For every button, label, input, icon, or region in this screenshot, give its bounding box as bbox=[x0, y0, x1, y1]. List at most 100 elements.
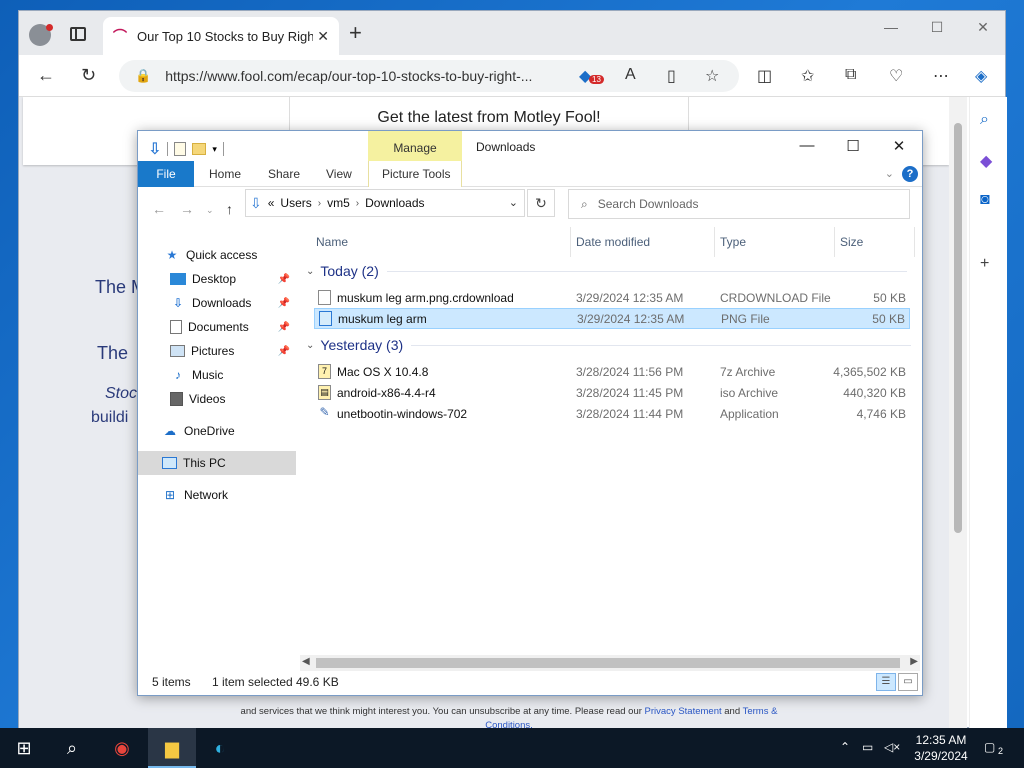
file-row-selected[interactable]: muskum leg arm 3/29/2024 12:35 AM PNG Fi… bbox=[314, 308, 910, 329]
close-tab-icon[interactable]: ✕ bbox=[317, 28, 329, 45]
column-divider[interactable] bbox=[570, 227, 571, 257]
split-screen-icon[interactable]: ◫ bbox=[757, 66, 772, 86]
privacy-link[interactable]: Privacy Statement bbox=[645, 706, 722, 717]
collapse-chevron-icon[interactable]: ⌄ bbox=[306, 266, 314, 277]
nav-documents[interactable]: Documents 📌 bbox=[138, 315, 296, 339]
new-folder-icon[interactable] bbox=[192, 143, 207, 155]
more-menu-icon[interactable]: ⋯ bbox=[933, 66, 949, 86]
qat-dropdown-icon[interactable]: ▾ bbox=[212, 144, 217, 155]
favorites-icon[interactable]: ✩ bbox=[801, 66, 814, 86]
large-icons-view-icon[interactable]: ▭ bbox=[898, 673, 918, 691]
tab-file[interactable]: File bbox=[138, 161, 194, 187]
column-size[interactable]: Size bbox=[840, 235, 863, 249]
properties-icon[interactable] bbox=[174, 142, 187, 156]
nav-quick-access[interactable]: ★ Quick access bbox=[138, 243, 296, 267]
nav-network[interactable]: ⊞ Network bbox=[138, 483, 296, 507]
nav-pictures[interactable]: Pictures 📌 bbox=[138, 339, 296, 363]
back-arrow-icon[interactable]: ← bbox=[152, 201, 166, 217]
footer-and: and bbox=[724, 706, 741, 717]
nav-desktop[interactable]: Desktop 📌 bbox=[138, 267, 296, 291]
explorer-maximize-icon[interactable]: ☐ bbox=[830, 137, 876, 155]
nav-onedrive[interactable]: ☁ OneDrive bbox=[138, 419, 296, 443]
help-icon[interactable]: ? bbox=[902, 166, 918, 182]
path-dropdown-icon[interactable]: ⌄ bbox=[509, 196, 518, 209]
tab-view[interactable]: View bbox=[326, 167, 352, 181]
nav-downloads[interactable]: ⇩ Downloads 📌 bbox=[138, 291, 296, 315]
page-scroll-thumb[interactable] bbox=[954, 123, 962, 533]
page-scrollbar[interactable] bbox=[949, 97, 967, 729]
file-row[interactable]: ✎ unetbootin-windows-702 3/28/2024 11:44 … bbox=[314, 403, 910, 424]
recent-locations-icon[interactable]: ⌄ bbox=[206, 205, 214, 216]
forward-arrow-icon[interactable]: → bbox=[180, 201, 194, 217]
nav-videos[interactable]: Videos bbox=[138, 387, 296, 411]
browser-essentials-icon[interactable]: ♡ bbox=[889, 66, 903, 86]
column-divider[interactable] bbox=[834, 227, 835, 257]
collections-icon[interactable]: ⧉ bbox=[845, 66, 856, 84]
notification-center-icon[interactable]: ▢ bbox=[984, 740, 995, 754]
windows-start-icon[interactable]: ⊞ bbox=[12, 736, 36, 760]
sidebar-shopping-icon[interactable]: ◆ bbox=[980, 151, 992, 171]
explorer-close-icon[interactable]: ✕ bbox=[876, 137, 922, 155]
tab-share[interactable]: Share bbox=[268, 167, 300, 181]
immersive-reader-icon[interactable]: ▯ bbox=[667, 66, 676, 86]
column-date[interactable]: Date modified bbox=[576, 235, 650, 249]
expand-ribbon-icon[interactable]: ⌄ bbox=[885, 167, 894, 180]
details-view-icon[interactable]: ☰ bbox=[876, 673, 896, 691]
group-today[interactable]: ⌄ Today (2) bbox=[306, 263, 907, 279]
file-row[interactable]: ▤ android-x86-4.4-r4 3/28/2024 11:45 PM i… bbox=[314, 382, 910, 403]
search-input[interactable]: ⌕ Search Downloads bbox=[568, 189, 910, 219]
nav-music[interactable]: ♪ Music bbox=[138, 363, 296, 387]
back-arrow-icon[interactable]: ← bbox=[37, 65, 55, 86]
manage-tab[interactable]: Manage bbox=[368, 131, 462, 161]
column-type[interactable]: Type bbox=[720, 235, 746, 249]
path-segment-users[interactable]: Users bbox=[280, 196, 311, 210]
scroll-right-icon[interactable]: ▶ bbox=[910, 656, 918, 667]
collapse-chevron-icon[interactable]: ⌄ bbox=[306, 340, 314, 351]
path-segment-vm5[interactable]: vm5 bbox=[327, 196, 350, 210]
url-box[interactable]: 🔒 https://www.fool.com/ecap/our-top-10-s… bbox=[119, 60, 739, 92]
path-arrow-icon[interactable]: › bbox=[318, 198, 321, 209]
refresh-icon[interactable]: ↻ bbox=[527, 189, 555, 217]
url-text[interactable]: https://www.fool.com/ecap/our-top-10-sto… bbox=[165, 68, 555, 84]
close-window-icon[interactable]: ✕ bbox=[963, 19, 1003, 43]
tray-expand-icon[interactable]: ⌃ bbox=[840, 740, 850, 754]
sidebar-outlook-icon[interactable]: ◙ bbox=[980, 191, 990, 209]
column-divider[interactable] bbox=[914, 227, 915, 257]
horizontal-scroll-thumb[interactable] bbox=[316, 658, 900, 668]
nav-this-pc[interactable]: This PC bbox=[138, 451, 296, 475]
tab-home[interactable]: Home bbox=[209, 167, 241, 181]
file-explorer-icon[interactable]: ▆ bbox=[160, 736, 184, 760]
tab-actions-icon[interactable] bbox=[70, 27, 86, 41]
path-segment-downloads[interactable]: Downloads bbox=[365, 196, 424, 210]
network-status-icon[interactable]: ▭ bbox=[862, 740, 873, 754]
scroll-left-icon[interactable]: ◀ bbox=[302, 656, 310, 667]
file-row[interactable]: 7 Mac OS X 10.4.8 3/28/2024 11:56 PM 7z A… bbox=[314, 361, 910, 382]
group-yesterday[interactable]: ⌄ Yesterday (3) bbox=[306, 337, 912, 353]
read-aloud-icon[interactable]: A bbox=[625, 66, 636, 84]
minimize-icon[interactable]: — bbox=[871, 19, 911, 43]
lock-icon[interactable]: 🔒 bbox=[135, 68, 151, 84]
favorite-star-icon[interactable]: ☆ bbox=[705, 66, 719, 86]
new-tab-icon[interactable]: + bbox=[349, 22, 362, 44]
column-divider[interactable] bbox=[714, 227, 715, 257]
copilot-icon[interactable]: ◈ bbox=[975, 66, 987, 86]
column-name[interactable]: Name bbox=[316, 235, 348, 249]
file-row[interactable]: muskum leg arm.png.crdownload 3/29/2024 … bbox=[314, 287, 910, 308]
sidebar-add-icon[interactable]: + bbox=[980, 255, 989, 273]
maximize-icon[interactable]: ☐ bbox=[917, 19, 957, 43]
path-arrow-icon[interactable]: › bbox=[356, 198, 359, 209]
address-path[interactable]: ⇩ « Users › vm5 › Downloads ⌄ bbox=[245, 189, 525, 217]
sidebar-search-icon[interactable]: ⌕ bbox=[980, 111, 989, 129]
refresh-icon[interactable]: ↻ bbox=[81, 65, 96, 86]
path-overflow[interactable]: « bbox=[268, 196, 275, 210]
chrome-icon[interactable]: ◉ bbox=[110, 736, 134, 760]
system-clock[interactable]: 12:35 AM 3/29/2024 bbox=[906, 732, 976, 764]
edge-icon[interactable]: ◐ bbox=[208, 736, 232, 760]
search-icon[interactable]: ⌕ bbox=[60, 736, 84, 760]
up-arrow-icon[interactable]: ↑ bbox=[226, 201, 233, 217]
browser-tab[interactable]: ⌒ Our Top 10 Stocks to Buy Right N ✕ bbox=[103, 17, 339, 55]
tab-picture-tools[interactable]: Picture Tools bbox=[382, 167, 450, 181]
volume-muted-icon[interactable]: ◁× bbox=[884, 740, 900, 754]
explorer-minimize-icon[interactable]: — bbox=[784, 137, 830, 154]
terms-link[interactable]: Terms & bbox=[743, 706, 778, 717]
